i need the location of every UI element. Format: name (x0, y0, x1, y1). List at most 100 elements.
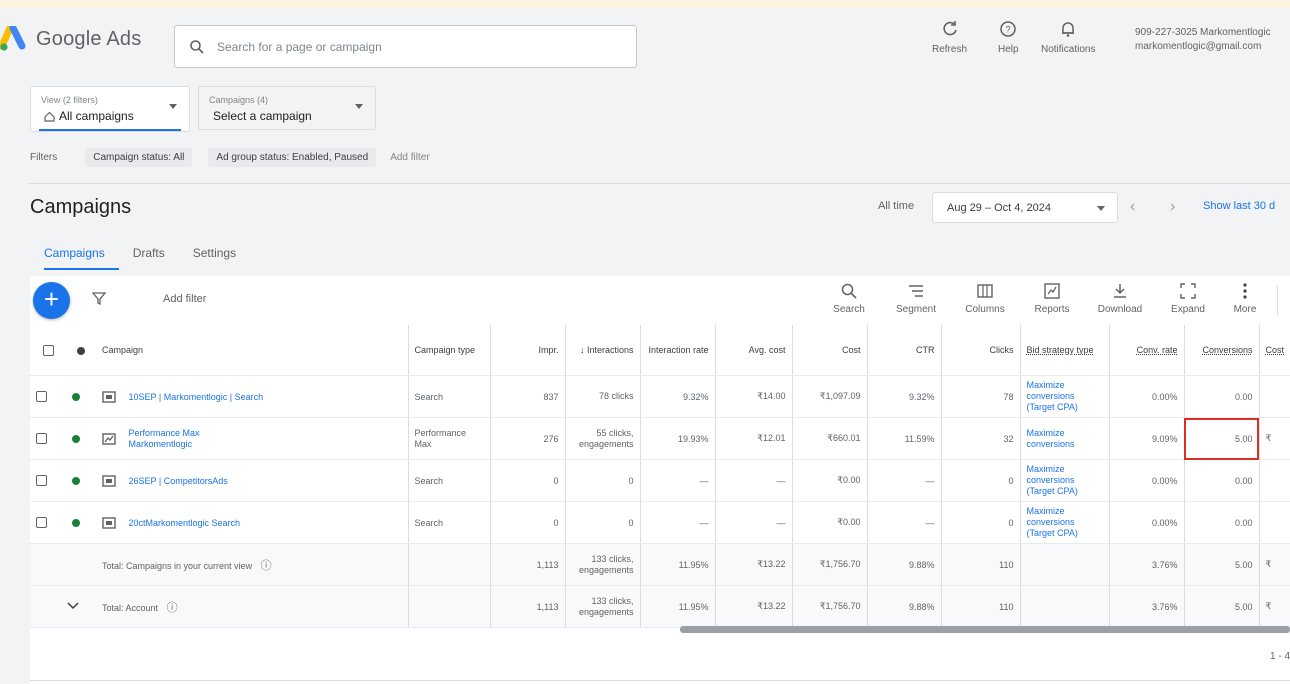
next-period-icon[interactable]: › (1170, 198, 1175, 216)
cost-column-header[interactable]: Cost (792, 325, 868, 376)
ctr-cell: — (867, 459, 942, 502)
impr-column-header[interactable]: Impr. (490, 325, 566, 376)
bid-strategy-cell[interactable]: Maximize conversions (Target CPA) (1020, 459, 1110, 502)
add-filter-link[interactable]: Add filter (390, 152, 429, 163)
notifications-label: Notifications (1041, 44, 1096, 55)
clicks-column-header[interactable]: Clicks (941, 325, 1021, 376)
columns-tool-button[interactable]: Columns (957, 282, 1013, 315)
table-header-row: Campaign Campaign type Impr. ↓ Interacti… (30, 325, 1290, 376)
row-checkbox[interactable] (36, 433, 47, 445)
filter-chip-campaign-status[interactable]: Campaign status: All (85, 148, 193, 167)
total-avg-cost-cell: ₹13.22 (715, 585, 793, 628)
row-status-cell (66, 501, 96, 544)
row-checkbox[interactable] (36, 517, 47, 529)
expand-tool-button[interactable]: Expand (1160, 282, 1216, 315)
total-cost-per-conv-cell: ₹ (1259, 585, 1290, 628)
clicks-cell: 0 (941, 459, 1021, 502)
account-info[interactable]: 909-227-3025 Markomentlogic markomentlog… (1135, 26, 1290, 54)
tab-campaigns[interactable]: Campaigns (30, 240, 119, 270)
conversions-column-header[interactable]: Conversions (1184, 325, 1260, 376)
table-row[interactable]: 20ctMarkomentlogic Search Search 0 0 — —… (30, 501, 1290, 544)
row-checkbox[interactable] (36, 391, 47, 403)
chevron-down-icon[interactable] (66, 601, 80, 611)
ctr-column-header[interactable]: CTR (867, 325, 942, 376)
cost-cell: ₹0.00 (792, 459, 868, 502)
help-circle-icon[interactable]: ⓘ (167, 602, 178, 614)
page-title: Campaigns (30, 196, 132, 218)
refresh-button[interactable]: Refresh (932, 20, 967, 55)
impr-cell: 0 (490, 501, 566, 544)
select-all-checkbox[interactable] (42, 344, 54, 356)
search-tool-button[interactable]: Search (821, 282, 877, 315)
row-checkbox[interactable] (36, 475, 47, 487)
bid-strategy-cell[interactable]: Maximize conversions (1020, 417, 1110, 460)
total-row-account: Total: Account ⓘ 1,113 133 clicks, engag… (30, 585, 1290, 628)
total-conversions-cell: 5.00 (1184, 543, 1260, 586)
help-circle-icon[interactable]: ⓘ (261, 560, 272, 572)
campaign-type-column-header[interactable]: Campaign type (408, 325, 491, 376)
refresh-icon (942, 21, 957, 36)
view-selector[interactable]: View (2 filters) All campaigns (30, 86, 190, 132)
table-row[interactable]: 26SEP | CompetitorsAds Search 0 0 — — ₹0… (30, 459, 1290, 502)
campaign-name-link[interactable]: 10SEP | Markomentlogic | Search (129, 392, 264, 402)
more-tool-button[interactable]: More (1217, 282, 1273, 315)
bid-strategy-cell[interactable]: Maximize conversions (Target CPA) (1020, 375, 1110, 418)
cost-per-conv-cell (1259, 459, 1290, 502)
horizontal-scrollbar[interactable] (680, 626, 1290, 633)
bid-strategy-type-column-header[interactable]: Bid strategy type (1020, 325, 1110, 376)
interaction-rate-column-header[interactable]: Interaction rate (640, 325, 716, 376)
cost-per-conv-cell: ₹ (1259, 417, 1290, 460)
search-input[interactable] (215, 38, 619, 55)
total-conv-rate-cell: 3.76% (1109, 585, 1185, 628)
filter-funnel-icon[interactable] (92, 291, 106, 305)
app-header: Google Ads Refresh ? Help Notifications … (0, 8, 1290, 74)
segment-tool-label: Segment (895, 304, 937, 315)
search-icon (190, 39, 204, 54)
card-bottom-border (30, 680, 1290, 681)
bid-strategy-cell[interactable]: Maximize conversions (Target CPA) (1020, 501, 1110, 544)
conv-rate-cell: 9.09% (1109, 417, 1185, 460)
download-tool-button[interactable]: Download (1092, 282, 1148, 315)
total-empty-cell (408, 585, 491, 628)
performance-max-icon (102, 432, 116, 445)
expand-icon (1180, 283, 1196, 299)
plus-icon: + (43, 284, 60, 314)
segment-icon (909, 285, 923, 297)
campaign-column-header[interactable]: Campaign (96, 325, 409, 376)
google-ads-logo[interactable]: Google Ads (0, 26, 141, 52)
interactions-column-header[interactable]: ↓ Interactions (565, 325, 641, 376)
campaign-selector[interactable]: Campaigns (4) Select a campaign (198, 86, 376, 130)
total-row-current-view: Total: Campaigns in your current view ⓘ … (30, 543, 1290, 586)
campaign-name-link[interactable]: Performance Max Markomentlogic (129, 428, 239, 450)
more-vert-icon (1243, 283, 1247, 299)
status-header[interactable] (66, 325, 96, 376)
reports-tool-label: Reports (1034, 304, 1070, 315)
ctr-cell: 11.59% (867, 417, 942, 460)
prev-period-icon[interactable]: ‹ (1130, 198, 1135, 216)
notifications-button[interactable]: Notifications (1041, 20, 1095, 55)
conv-rate-column-header[interactable]: Conv. rate (1109, 325, 1185, 376)
add-campaign-button[interactable]: + (33, 282, 70, 319)
help-icon: ? (1000, 21, 1017, 37)
reports-tool-button[interactable]: Reports (1024, 282, 1080, 315)
tab-drafts[interactable]: Drafts (119, 240, 179, 270)
help-button[interactable]: ? Help (998, 20, 1019, 55)
total-empty-cell (30, 585, 66, 628)
search-box[interactable] (174, 25, 637, 68)
avg-cost-column-header[interactable]: Avg. cost (715, 325, 793, 376)
tab-settings[interactable]: Settings (179, 240, 250, 270)
total-impr-cell: 1,113 (490, 543, 566, 586)
filter-chip-ad-group-status[interactable]: Ad group status: Enabled, Paused (208, 148, 377, 167)
campaign-name-link[interactable]: 26SEP | CompetitorsAds (129, 476, 228, 486)
cost-per-conv-column-header[interactable]: Cost (1259, 325, 1290, 376)
table-row[interactable]: Performance Max Markomentlogic Performan… (30, 417, 1290, 460)
more-tool-label: More (1233, 304, 1257, 315)
table-row[interactable]: 10SEP | Markomentlogic | Search Search 8… (30, 375, 1290, 418)
show-last-30-days-link[interactable]: Show last 30 d (1203, 200, 1275, 212)
toolbar-add-filter[interactable]: Add filter (163, 293, 206, 305)
home-icon (44, 111, 55, 122)
date-range-picker[interactable]: Aug 29 – Oct 4, 2024 (932, 192, 1118, 223)
segment-tool-button[interactable]: Segment (888, 282, 944, 315)
campaign-name-link[interactable]: 20ctMarkomentlogic Search (129, 518, 241, 528)
clicks-cell: 0 (941, 501, 1021, 544)
